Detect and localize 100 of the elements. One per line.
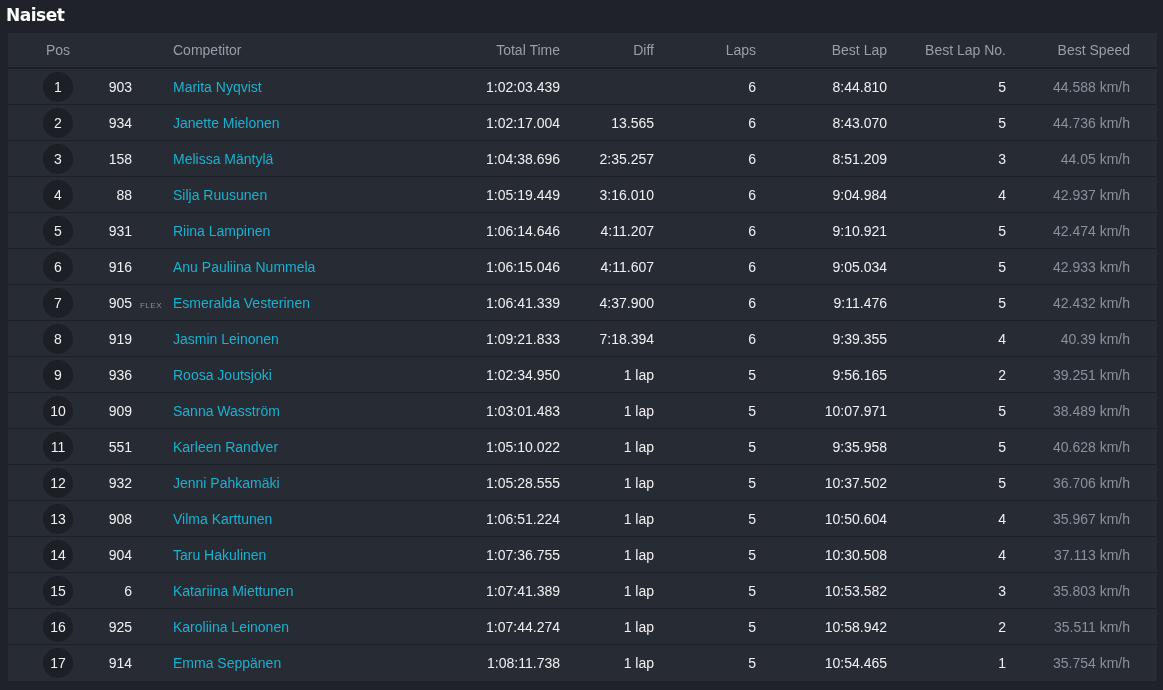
table-cell: 8:43.070 xyxy=(832,114,887,131)
bib-number: 934 xyxy=(108,114,132,131)
speed-cell: 42.933 km/h xyxy=(1052,258,1130,275)
competitor-link[interactable]: Silja Ruusunen xyxy=(173,186,268,203)
position-badge: 3 xyxy=(43,143,73,174)
table-cell: 4 xyxy=(998,510,1006,527)
competitor-link[interactable]: Anu Pauliina Nummela xyxy=(173,258,316,275)
competitor-link[interactable]: Esmeralda Vesterinen xyxy=(173,294,310,311)
position-badge: 6 xyxy=(43,251,73,282)
bib-number: 908 xyxy=(108,510,132,527)
column-header: Best Lap No. xyxy=(925,42,1006,58)
bib-number: 931 xyxy=(108,222,132,239)
table-cell: 5 xyxy=(748,438,756,455)
results-title: Naiset xyxy=(6,4,66,27)
table-cell: 6 xyxy=(748,294,756,311)
bib-number: 903 xyxy=(108,78,132,95)
bib-number: 925 xyxy=(108,618,132,635)
table-cell: 10:54.465 xyxy=(824,655,887,671)
table-cell: 6 xyxy=(748,186,756,203)
competitor-link[interactable]: Sanna Wasström xyxy=(173,402,280,419)
table-cell: 9:56.165 xyxy=(832,366,887,383)
table-cell: 1:03:01.483 xyxy=(486,402,560,419)
position-badge: 4 xyxy=(43,179,73,210)
table-cell: 5 xyxy=(748,582,756,599)
position-badge: 7 xyxy=(43,287,73,318)
table-cell: 1:06:41.339 xyxy=(486,294,560,311)
speed-cell: 44.588 km/h xyxy=(1052,78,1130,95)
bib-number: 905 xyxy=(108,294,132,311)
table-cell: 10:37.502 xyxy=(824,474,887,491)
position-badge: 1 xyxy=(43,71,73,102)
competitor-link[interactable]: Emma Seppänen xyxy=(173,655,282,671)
table-cell: 5 xyxy=(998,402,1006,419)
position-badge: 2 xyxy=(43,107,73,138)
table-cell: 13.565 xyxy=(611,114,654,131)
table-cell: 5 xyxy=(998,474,1006,491)
table-cell: 1:07:41.389 xyxy=(486,582,560,599)
speed-cell: 37.113 km/h xyxy=(1054,546,1130,563)
position-badge: 16 xyxy=(43,611,73,642)
position-badge: 10 xyxy=(43,395,73,426)
table-cell: 1 lap xyxy=(623,582,654,599)
position-badge: 17 xyxy=(43,648,73,678)
column-header: Competitor xyxy=(173,42,242,58)
bib-number: 88 xyxy=(116,186,132,203)
competitor-link[interactable]: Marita Nyqvist xyxy=(173,78,262,95)
category-tag: FLEX xyxy=(140,300,162,310)
table-cell: 4:11.207 xyxy=(600,222,654,239)
table-cell: 1:07:36.755 xyxy=(486,546,560,563)
table-cell: 5 xyxy=(998,114,1006,131)
table-cell: 3 xyxy=(998,582,1006,599)
table-cell: 1 lap xyxy=(623,402,654,419)
competitor-link[interactable]: Karoliina Leinonen xyxy=(173,618,289,635)
table-cell: 1 lap xyxy=(623,618,654,635)
table-cell: 9:39.355 xyxy=(832,330,887,347)
table-cell: 1:05:19.449 xyxy=(486,186,560,203)
competitor-link[interactable]: Jenni Pahkamäki xyxy=(173,474,280,491)
speed-cell: 36.706 km/h xyxy=(1052,474,1130,491)
table-cell: 6 xyxy=(748,114,756,131)
table-cell: 1:06:51.224 xyxy=(486,510,560,527)
table-cell: 5 xyxy=(748,655,756,671)
table-cell: 5 xyxy=(748,618,756,635)
table-cell: 8:44.810 xyxy=(832,78,887,95)
column-header: Diff xyxy=(633,42,654,58)
table-cell: 4:37.900 xyxy=(599,294,654,311)
table-cell: 1:06:14.646 xyxy=(486,222,560,239)
bib-number: 932 xyxy=(108,474,132,491)
bib-number: 914 xyxy=(108,655,132,671)
table-cell: 1 lap xyxy=(623,546,654,563)
competitor-link[interactable]: Vilma Karttunen xyxy=(173,510,273,527)
competitor-link[interactable]: Jasmin Leinonen xyxy=(173,330,279,347)
speed-cell: 35.967 km/h xyxy=(1052,510,1130,527)
competitor-link[interactable]: Melissa Mäntylä xyxy=(173,150,274,167)
table-cell: 10:30.508 xyxy=(824,546,887,563)
column-header: Laps xyxy=(725,42,756,58)
position-badge: 14 xyxy=(43,539,73,570)
bib-number: 6 xyxy=(124,582,132,599)
position-badge: 13 xyxy=(43,503,73,534)
competitor-link[interactable]: Riina Lampinen xyxy=(173,222,271,239)
bib-number: 919 xyxy=(108,330,132,347)
position-badge: 9 xyxy=(43,359,73,390)
table-cell: 8:51.209 xyxy=(832,150,887,167)
table-cell: 3:16.010 xyxy=(599,186,654,203)
table-cell: 10:07.971 xyxy=(824,402,887,419)
table-cell: 5 xyxy=(748,546,756,563)
competitor-link[interactable]: Roosa Joutsjoki xyxy=(173,366,272,383)
table-cell: 1:02:34.950 xyxy=(486,366,560,383)
competitor-link[interactable]: Karleen Randver xyxy=(173,438,279,455)
table-cell: 5 xyxy=(998,222,1006,239)
table-cell: 1:05:28.555 xyxy=(486,474,560,491)
speed-cell: 42.474 km/h xyxy=(1052,222,1130,239)
competitor-link[interactable]: Taru Hakulinen xyxy=(173,546,267,563)
speed-cell: 35.754 km/h xyxy=(1052,655,1130,671)
table-cell: 7:18.394 xyxy=(599,330,654,347)
competitor-link[interactable]: Katariina Miettunen xyxy=(173,582,294,599)
position-badge: 8 xyxy=(43,323,73,354)
bib-number: 551 xyxy=(108,438,132,455)
table-cell: 6 xyxy=(748,258,756,275)
table-cell: 9:05.034 xyxy=(832,258,887,275)
table-cell: 10:50.604 xyxy=(824,510,887,527)
speed-cell: 35.803 km/h xyxy=(1052,582,1130,599)
competitor-link[interactable]: Janette Mielonen xyxy=(173,114,280,131)
